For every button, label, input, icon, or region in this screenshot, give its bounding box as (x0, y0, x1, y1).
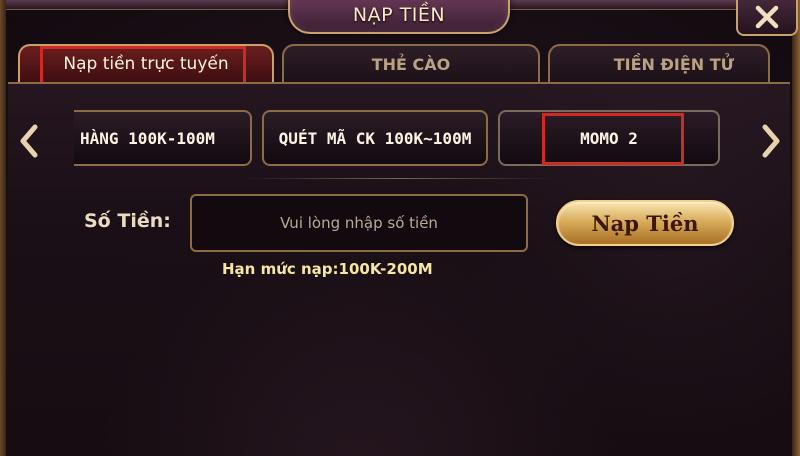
method-label: MOMO 2 (580, 128, 638, 148)
chevron-left-icon[interactable] (18, 124, 40, 158)
method-label: QUÉT MÃ CK 100K~100M (278, 128, 472, 148)
tab-scratch-card[interactable]: THẺ CÀO (282, 44, 540, 82)
frame-left (0, 0, 6, 456)
header-strip-left (6, 0, 288, 10)
tab-label: TIỀN ĐIỆN TỬ (613, 54, 734, 74)
amount-input[interactable] (190, 194, 528, 252)
method-label: ÂN HÀNG 100K-100M (74, 128, 215, 148)
method-qr-transfer[interactable]: QUÉT MÃ CK 100K~100M (262, 110, 488, 166)
amount-label: Số Tiền: (84, 210, 171, 232)
deposit-limit-text: Hạn mức nạp:100K-200M (222, 260, 433, 278)
header-strip-right (510, 0, 736, 10)
title-plaque: NẠP TIỀN (288, 0, 510, 34)
chevron-right-icon[interactable] (760, 124, 782, 158)
deposit-button-label: Nạp Tiền (591, 210, 699, 236)
tab-e-money[interactable]: TIỀN ĐIỆN TỬ (548, 44, 770, 82)
method-bank-transfer[interactable]: ÂN HÀNG 100K-100M (74, 110, 252, 166)
tab-label: THẺ CÀO (371, 54, 451, 74)
frame-right (792, 0, 800, 456)
close-icon (755, 5, 779, 29)
deposit-button[interactable]: Nạp Tiền (556, 200, 734, 246)
tab-label: Nạp tiền trực tuyến (63, 54, 229, 74)
page-title: NẠP TIỀN (352, 4, 446, 26)
close-button[interactable] (736, 0, 798, 36)
divider (244, 178, 554, 179)
payment-method-list: ÂN HÀNG 100K-100M QUÉT MÃ CK 100K~100M M… (74, 108, 754, 168)
tab-online-deposit[interactable]: Nạp tiền trực tuyến (18, 44, 274, 82)
method-momo-2[interactable]: MOMO 2 (498, 110, 720, 166)
